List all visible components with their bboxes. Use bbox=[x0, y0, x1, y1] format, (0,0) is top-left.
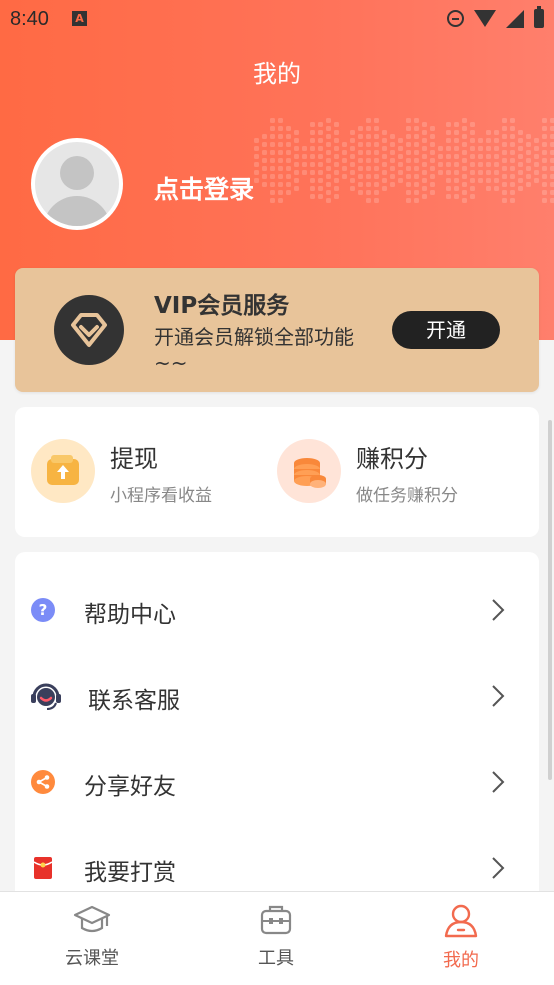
tab-label: 云课堂 bbox=[65, 948, 119, 969]
quick-actions-card: 提现 小程序看收益 赚积分 做任务赚积分 bbox=[15, 407, 539, 537]
sound-wave-decoration bbox=[254, 118, 554, 203]
chevron-right-icon bbox=[492, 685, 505, 707]
signal-icon bbox=[506, 9, 524, 28]
tab-tools[interactable]: 工具 bbox=[216, 904, 336, 970]
vip-title: VIP会员服务 bbox=[154, 293, 290, 319]
tab-mine[interactable]: 我的 bbox=[401, 904, 521, 972]
vip-description: 开通会员解锁全部功能~~ bbox=[154, 325, 354, 375]
earn-points-item[interactable]: 赚积分 做任务赚积分 bbox=[277, 439, 517, 506]
toolbox-icon bbox=[260, 905, 292, 935]
help-icon: ? bbox=[31, 598, 55, 622]
wifi-icon bbox=[474, 10, 496, 27]
headset-icon bbox=[31, 683, 61, 710]
tab-cloud-classroom[interactable]: 云课堂 bbox=[32, 904, 152, 970]
notification-icon: A bbox=[72, 11, 87, 26]
red-envelope-icon bbox=[33, 857, 53, 879]
share-icon bbox=[31, 770, 55, 794]
scrollbar[interactable] bbox=[548, 420, 552, 780]
chevron-right-icon bbox=[492, 771, 505, 793]
graduation-cap-icon bbox=[73, 905, 111, 933]
withdraw-subtitle: 小程序看收益 bbox=[110, 486, 212, 506]
tab-label: 我的 bbox=[443, 950, 479, 971]
withdraw-item[interactable]: 提现 小程序看收益 bbox=[31, 439, 271, 506]
coins-icon bbox=[277, 439, 341, 503]
menu-item-share[interactable]: 分享好友 bbox=[31, 740, 523, 824]
vip-card[interactable]: VIP会员服务 开通会员解锁全部功能~~ 开通 bbox=[15, 268, 539, 392]
status-bar: 8:40 A bbox=[0, 0, 554, 38]
wallet-icon bbox=[31, 439, 95, 503]
vip-diamond-icon bbox=[54, 295, 124, 365]
menu-item-label: 帮助中心 bbox=[84, 602, 176, 628]
svg-text:?: ? bbox=[39, 601, 48, 619]
page-title: 我的 bbox=[253, 60, 301, 88]
earn-points-subtitle: 做任务赚积分 bbox=[356, 486, 458, 506]
default-avatar-icon bbox=[35, 142, 119, 226]
menu-item-label: 联系客服 bbox=[88, 688, 180, 714]
menu-item-label: 分享好友 bbox=[84, 774, 176, 800]
status-time: 8:40 bbox=[10, 8, 49, 30]
vip-activate-button[interactable]: 开通 bbox=[392, 311, 500, 349]
withdraw-title: 提现 bbox=[110, 445, 158, 473]
do-not-disturb-icon bbox=[447, 10, 464, 27]
menu-item-customer-service[interactable]: 联系客服 bbox=[31, 654, 523, 738]
battery-icon bbox=[534, 6, 544, 28]
chevron-right-icon bbox=[492, 599, 505, 621]
login-link[interactable]: 点击登录 bbox=[154, 170, 254, 206]
menu-item-help[interactable]: ? 帮助中心 bbox=[31, 568, 523, 652]
avatar[interactable] bbox=[31, 138, 123, 230]
tab-label: 工具 bbox=[258, 948, 294, 969]
chevron-right-icon bbox=[492, 857, 505, 879]
user-icon bbox=[444, 904, 478, 938]
menu-item-label: 我要打赏 bbox=[84, 860, 176, 886]
menu-card: ? 帮助中心 联系客服 分享好友 我要打赏 bbox=[15, 552, 539, 912]
earn-points-title: 赚积分 bbox=[356, 445, 428, 473]
bottom-tab-bar: 云课堂 工具 我的 bbox=[0, 891, 554, 985]
